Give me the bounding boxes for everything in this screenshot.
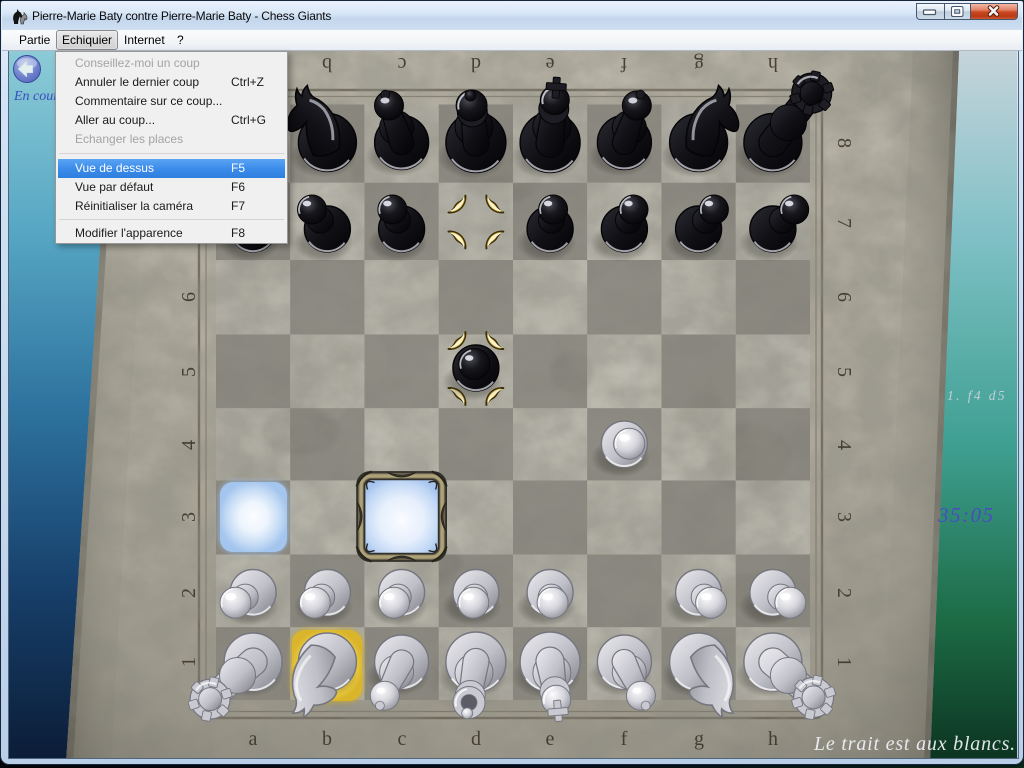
svg-text:e: e — [545, 53, 554, 75]
svg-text:5: 5 — [833, 367, 855, 377]
svg-text:6: 6 — [833, 292, 855, 302]
svg-text:1: 1 — [833, 657, 855, 667]
svg-text:6: 6 — [178, 292, 200, 302]
svg-text:2: 2 — [178, 588, 200, 598]
svg-text:1: 1 — [178, 657, 200, 667]
svg-text:f: f — [621, 728, 628, 750]
svg-text:4: 4 — [833, 440, 855, 450]
svg-text:c: c — [397, 53, 406, 75]
svg-text:b: b — [322, 728, 332, 750]
svg-text:Le trait est aux blancs.: Le trait est aux blancs. — [813, 733, 1016, 755]
svg-text:g: g — [694, 728, 704, 750]
svg-text:d: d — [471, 728, 481, 750]
svg-text:2: 2 — [833, 588, 855, 598]
svg-text:7: 7 — [833, 218, 855, 228]
svg-text:c: c — [398, 728, 407, 750]
svg-text:5: 5 — [178, 367, 200, 377]
svg-text:b: b — [322, 53, 332, 75]
svg-text:3: 3 — [833, 512, 855, 522]
svg-text:8: 8 — [833, 138, 855, 148]
svg-text:h: h — [768, 53, 778, 75]
svg-text:h: h — [768, 728, 778, 750]
svg-text:f: f — [620, 53, 627, 75]
svg-text:3: 3 — [178, 512, 200, 522]
svg-text:4: 4 — [178, 440, 200, 450]
svg-text:d: d — [471, 53, 481, 75]
svg-text:a: a — [249, 728, 258, 750]
svg-text:g: g — [694, 53, 704, 75]
svg-text:1. f4 d5: 1. f4 d5 — [947, 388, 1007, 403]
svg-text:e: e — [546, 728, 555, 750]
svg-text:35:05: 35:05 — [937, 503, 995, 527]
